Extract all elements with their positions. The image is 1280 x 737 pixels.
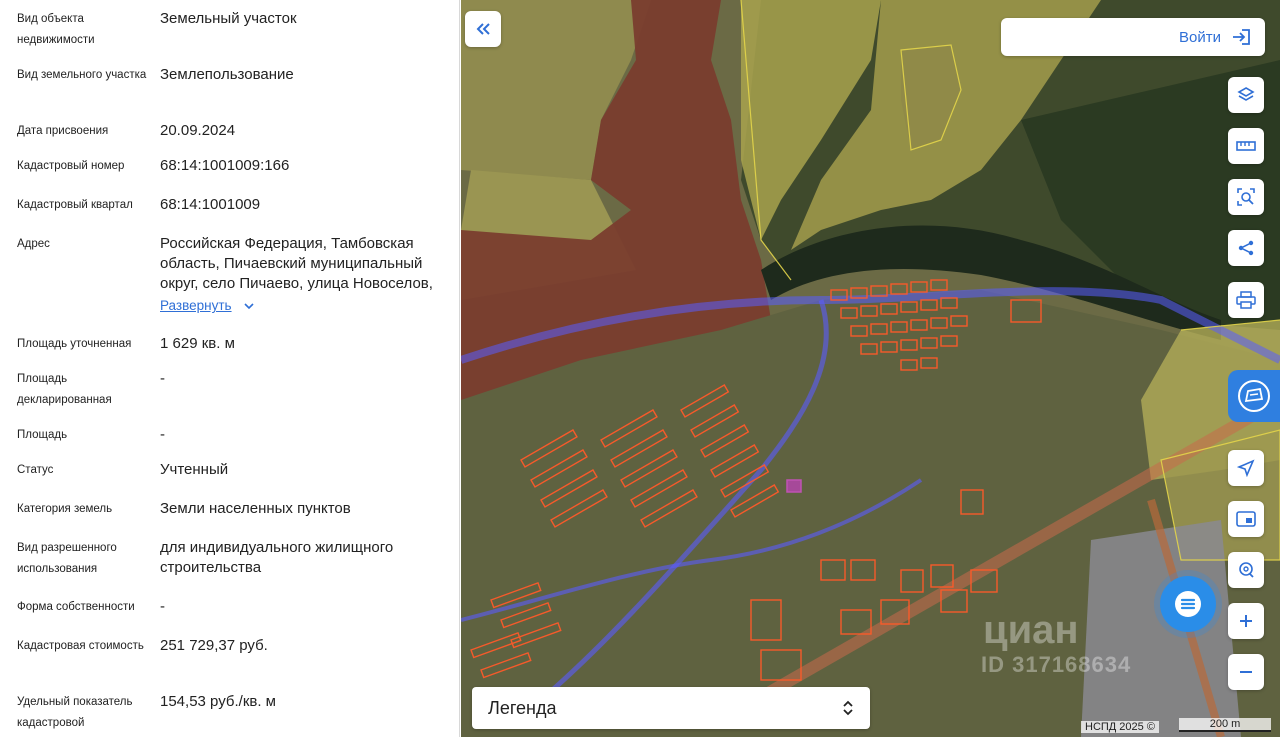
zoom-out-button[interactable]	[1228, 654, 1264, 690]
object-info-panel: Вид объекта недвижимости Земельный участ…	[0, 0, 460, 737]
info-label: Площадь декларированная	[17, 373, 112, 406]
info-label: Статус	[17, 464, 54, 476]
login-icon	[1233, 29, 1250, 45]
expand-link[interactable]: Развернуть	[160, 294, 450, 316]
copyright-text: НСПД 2025 ©	[1081, 721, 1159, 733]
info-value: Российская Федерация, Тамбовская область…	[160, 234, 450, 316]
info-value: Земельный участок	[160, 10, 297, 27]
info-value: -	[160, 426, 165, 443]
info-label: Площадь	[17, 429, 68, 441]
scale-bar: 200 m	[1179, 718, 1271, 732]
login-button[interactable]: Войти	[1001, 18, 1265, 56]
ruler-button[interactable]	[1228, 128, 1264, 164]
zoom-out-icon	[1240, 671, 1252, 673]
info-value: 68:14:1001009	[160, 196, 261, 213]
info-label: Категория земель	[17, 503, 113, 515]
address-text: Российская Федерация, Тамбовская область…	[160, 235, 433, 292]
expand-link-label[interactable]: Развернуть	[160, 296, 232, 316]
info-value: 20.09.2024	[160, 122, 236, 139]
info-value: 68:14:1001009:166	[160, 157, 290, 174]
info-value: Земли населенных пунктов	[160, 500, 351, 517]
info-label: Площадь уточненная	[17, 338, 132, 350]
layers-icon	[1237, 87, 1255, 101]
login-label: Войти	[1179, 28, 1221, 46]
info-value: -	[160, 598, 165, 615]
collapse-panel-button[interactable]	[465, 11, 501, 47]
complaint-icon	[1238, 380, 1270, 412]
info-value: Землепользование	[160, 66, 294, 83]
print-icon	[1236, 291, 1256, 309]
info-label: Кадастровый номер	[17, 160, 125, 172]
info-value: 251 729,37 руб.	[160, 637, 268, 654]
info-label: Вид объекта недвижимости	[17, 13, 95, 46]
info-value: 1 629 кв. м	[160, 335, 235, 352]
chat-button[interactable]	[1160, 576, 1216, 632]
share-icon	[1238, 240, 1254, 256]
chevron-down-icon	[244, 302, 254, 309]
info-label: Форма собственности	[17, 601, 135, 613]
ruler-icon	[1236, 141, 1256, 151]
chat-icon	[1175, 591, 1201, 617]
geolocation-button[interactable]	[1228, 450, 1264, 486]
expand-collapse-icon	[843, 700, 853, 716]
geolocation-icon	[1237, 459, 1255, 477]
area-search-icon	[1237, 188, 1255, 206]
zoom-in-icon	[1240, 615, 1252, 627]
satellite-map-layer[interactable]	[461, 0, 1280, 737]
zoom-in-button[interactable]	[1228, 603, 1264, 639]
area-search-button[interactable]	[1228, 179, 1264, 215]
watermark-brand: циан	[983, 608, 1079, 652]
info-label: Кадастровый квартал	[17, 199, 133, 211]
layers-button[interactable]	[1228, 77, 1264, 113]
complaint-button[interactable]	[1228, 370, 1280, 422]
minimap-button[interactable]	[1228, 501, 1264, 537]
info-label: Вид разрешенного использования	[17, 542, 117, 575]
info-label: Вид земельного участка	[17, 69, 147, 81]
info-label: Удельный показатель кадастровой	[17, 696, 133, 729]
watermark-id: ID 317168634	[981, 652, 1132, 677]
info-value: Учтенный	[160, 461, 229, 478]
info-label: Кадастровая стоимость	[17, 640, 144, 652]
info-label: Дата присвоения	[17, 125, 109, 137]
address-search-button[interactable]	[1228, 552, 1264, 588]
info-value: 154,53 руб./кв. м	[160, 693, 276, 710]
minimap-icon	[1236, 511, 1256, 527]
info-value: для индивидуального жилищного строительс…	[160, 539, 394, 576]
double-chevron-left-icon	[476, 23, 490, 35]
share-button[interactable]	[1228, 230, 1264, 266]
info-value: -	[160, 370, 165, 387]
legend-dropdown[interactable]: Легенда	[472, 687, 870, 729]
print-button[interactable]	[1228, 282, 1264, 318]
info-label: Адрес	[17, 238, 50, 250]
legend-label: Легенда	[488, 697, 557, 718]
address-search-icon	[1239, 562, 1254, 578]
cadastral-map[interactable]: циан ID 317168634 Войти Легенда НСПД 202…	[461, 0, 1280, 737]
